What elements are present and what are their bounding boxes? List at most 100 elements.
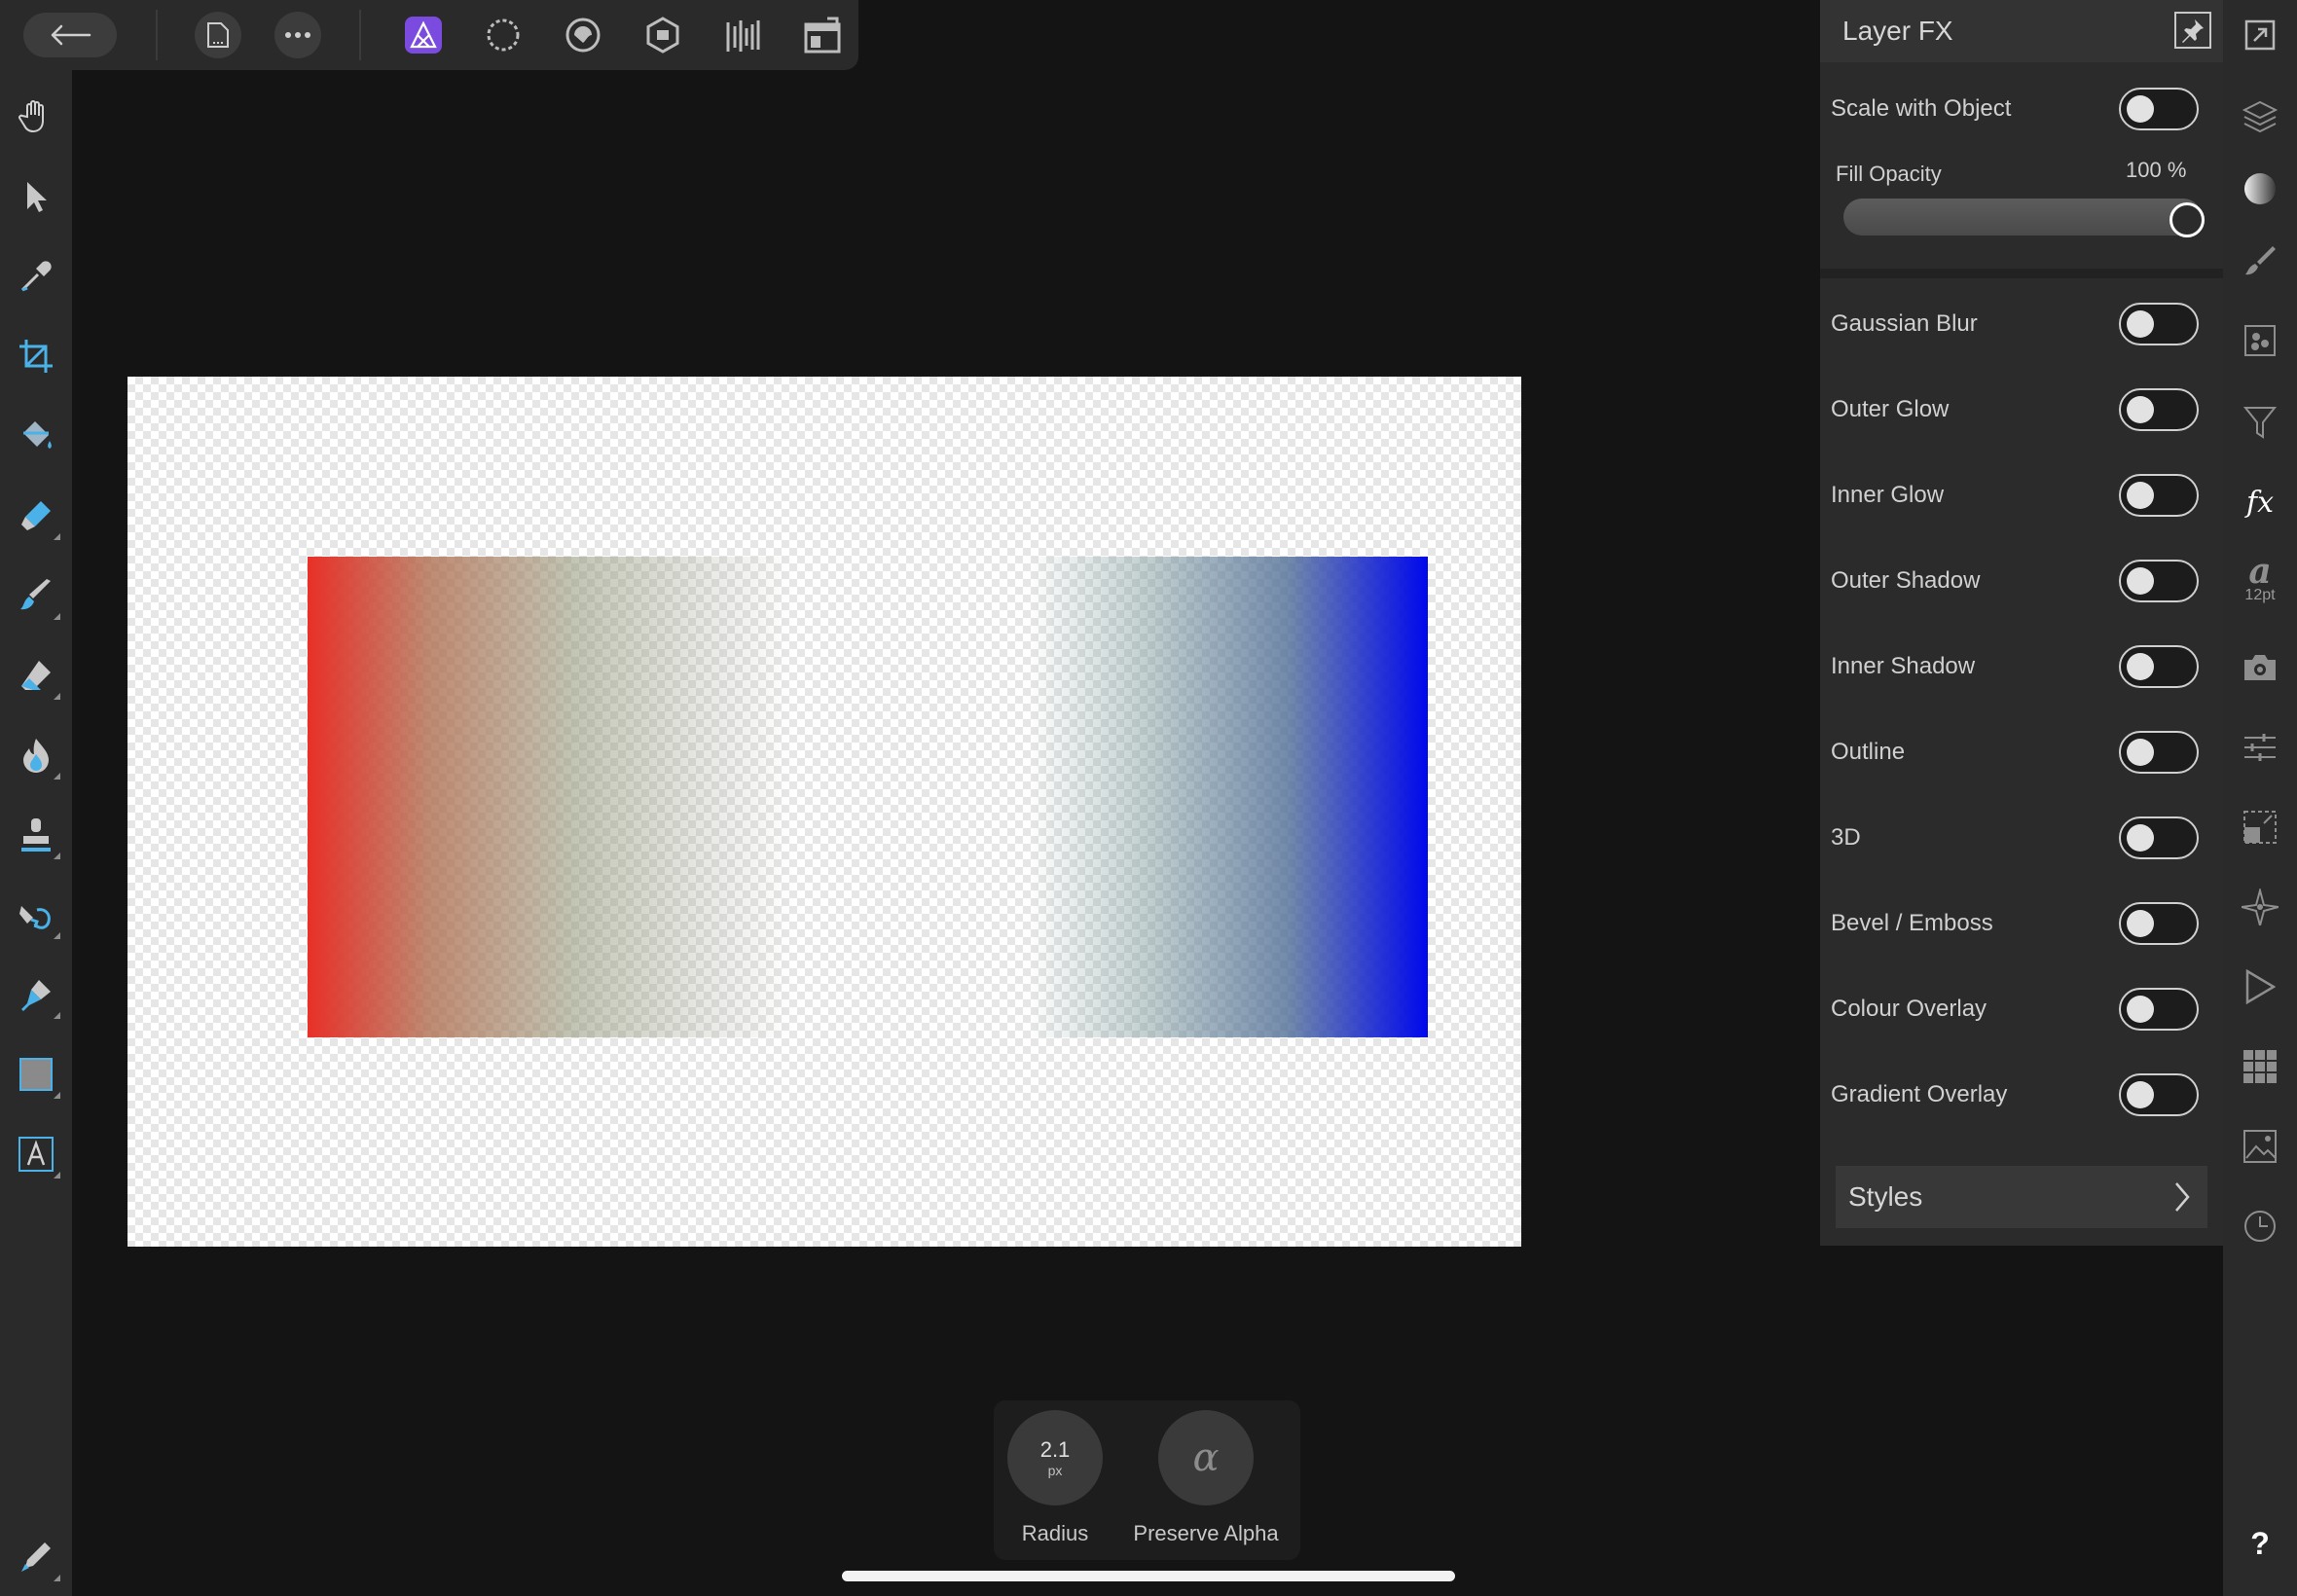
effect-label-3d: 3D: [1831, 824, 1861, 851]
erase-brush-icon: [18, 657, 55, 694]
toolbar-divider: [156, 10, 158, 60]
studio-panel-strip: fx a 12pt ?: [2223, 0, 2297, 1596]
colour-overlay-toggle[interactable]: [2119, 988, 2199, 1031]
red-gradient-rectangle[interactable]: [308, 557, 794, 1037]
help-button[interactable]: ?: [2235, 1518, 2285, 1569]
paint-brush-tool[interactable]: [10, 569, 62, 622]
fullscreen-icon: [2244, 19, 2276, 51]
document-button[interactable]: [195, 12, 241, 58]
tone-mapping-persona-button[interactable]: [638, 10, 688, 60]
effect-label-colour-overlay: Colour Overlay: [1831, 996, 1987, 1022]
library-studio-button[interactable]: [2235, 1041, 2285, 1092]
view-tool[interactable]: [10, 90, 62, 142]
snapshots-studio-button[interactable]: [2235, 642, 2285, 693]
clone-stamp-tool[interactable]: [10, 809, 62, 861]
paint-brush-icon: [18, 577, 55, 614]
chevron-right-icon: [2174, 1181, 2190, 1213]
macro-studio-button[interactable]: [2235, 961, 2285, 1012]
develop-persona-button[interactable]: [558, 10, 608, 60]
export-persona-button[interactable]: [717, 10, 768, 60]
3d-toggle[interactable]: [2119, 816, 2199, 859]
pin-icon: [2180, 18, 2206, 43]
rectangle-icon: [18, 1057, 54, 1092]
text-icon: [18, 1136, 55, 1173]
transform-icon: [2242, 810, 2278, 845]
more-button[interactable]: [274, 12, 321, 58]
fill-opacity-value[interactable]: 100 %: [2126, 158, 2186, 183]
rectangle-tool[interactable]: [10, 1048, 62, 1101]
blue-gradient-rectangle[interactable]: [1028, 557, 1428, 1037]
brushes-studio-button[interactable]: [2235, 236, 2285, 286]
navigator-studio-button[interactable]: [2235, 882, 2285, 932]
gaussian-blur-toggle[interactable]: [2119, 303, 2199, 345]
scale-with-object-toggle[interactable]: [2119, 88, 2199, 130]
document-canvas[interactable]: [128, 377, 1521, 1247]
back-button[interactable]: [23, 13, 117, 57]
pin-panel-button[interactable]: [2174, 12, 2211, 49]
photo-persona-icon: [404, 16, 443, 54]
toggle-knob: [2127, 1081, 2154, 1108]
outer-shadow-toggle[interactable]: [2119, 560, 2199, 602]
toggle-knob: [2127, 824, 2154, 852]
preserve-alpha-button[interactable]: α: [1158, 1410, 1254, 1505]
outer-glow-toggle[interactable]: [2119, 388, 2199, 431]
inner-shadow-toggle[interactable]: [2119, 645, 2199, 688]
fx-icon: fx: [2245, 485, 2275, 520]
selection-brush-tool[interactable]: [10, 490, 62, 542]
smudge-tool[interactable]: [10, 889, 62, 941]
text-styles-studio-button[interactable]: a 12pt: [2235, 551, 2285, 605]
alpha-icon: α: [1192, 1435, 1220, 1480]
radius-value: 2.1: [1039, 1437, 1071, 1462]
panels-button[interactable]: [797, 10, 848, 60]
crop-tool[interactable]: [10, 330, 62, 382]
toggle-knob: [2127, 996, 2154, 1023]
layers-studio-button[interactable]: [2235, 91, 2285, 142]
photo-persona-button[interactable]: [398, 10, 449, 60]
dodge-burn-tool[interactable]: [10, 729, 62, 781]
develop-persona-icon: [565, 17, 602, 54]
stock-studio-button[interactable]: [2235, 1121, 2285, 1172]
pen-tool[interactable]: [10, 968, 62, 1021]
effect-label-outer-shadow: Outer Shadow: [1831, 567, 1981, 594]
transform-studio-button[interactable]: [2235, 802, 2285, 852]
fill-opacity-slider[interactable]: [1843, 199, 2202, 236]
selection-brush-icon: [18, 497, 55, 534]
panel-header: Layer FX: [1820, 0, 2223, 62]
play-icon: [2244, 969, 2276, 1004]
text-tool[interactable]: [10, 1128, 62, 1180]
move-tool[interactable]: [10, 170, 62, 223]
erase-brush-tool[interactable]: [10, 649, 62, 702]
color-picker-icon: [18, 259, 54, 294]
fill-opacity-slider-handle[interactable]: [2169, 202, 2205, 237]
gradient-overlay-toggle[interactable]: [2119, 1073, 2199, 1116]
top-toolbar: [0, 0, 858, 70]
styles-button[interactable]: Styles: [1836, 1166, 2207, 1228]
radius-dial[interactable]: 2.1 px: [1007, 1410, 1103, 1505]
toggle-knob: [2127, 653, 2154, 680]
history-studio-button[interactable]: [2235, 1201, 2285, 1251]
quick-menu-button[interactable]: [10, 1531, 62, 1583]
back-arrow-icon: [49, 23, 91, 47]
bevel-emboss-toggle[interactable]: [2119, 902, 2199, 945]
layer-fx-studio-button[interactable]: fx: [2235, 477, 2285, 527]
panels-icon: [804, 17, 841, 54]
adjust-studio-button[interactable]: [2235, 722, 2285, 773]
toggle-knob: [2127, 310, 2154, 338]
move-icon: [21, 179, 51, 214]
channels-studio-button[interactable]: [2235, 315, 2285, 366]
toggle-knob: [2127, 567, 2154, 595]
inner-glow-toggle[interactable]: [2119, 474, 2199, 517]
color-picker-tool[interactable]: [10, 250, 62, 303]
outline-toggle[interactable]: [2119, 731, 2199, 774]
adjustments-studio-button[interactable]: [2235, 397, 2285, 448]
sliders-icon: [2242, 732, 2278, 763]
effect-label-outer-glow: Outer Glow: [1831, 396, 1950, 422]
colour-studio-button[interactable]: [2235, 163, 2285, 214]
text-style-icon: a: [2248, 551, 2272, 592]
flood-fill-tool[interactable]: [10, 410, 62, 462]
more-icon: [284, 31, 311, 39]
liquify-persona-button[interactable]: [478, 10, 529, 60]
effect-label-inner-shadow: Inner Shadow: [1831, 653, 1976, 679]
radius-unit: px: [1047, 1463, 1063, 1478]
fullscreen-button[interactable]: [2235, 10, 2285, 60]
